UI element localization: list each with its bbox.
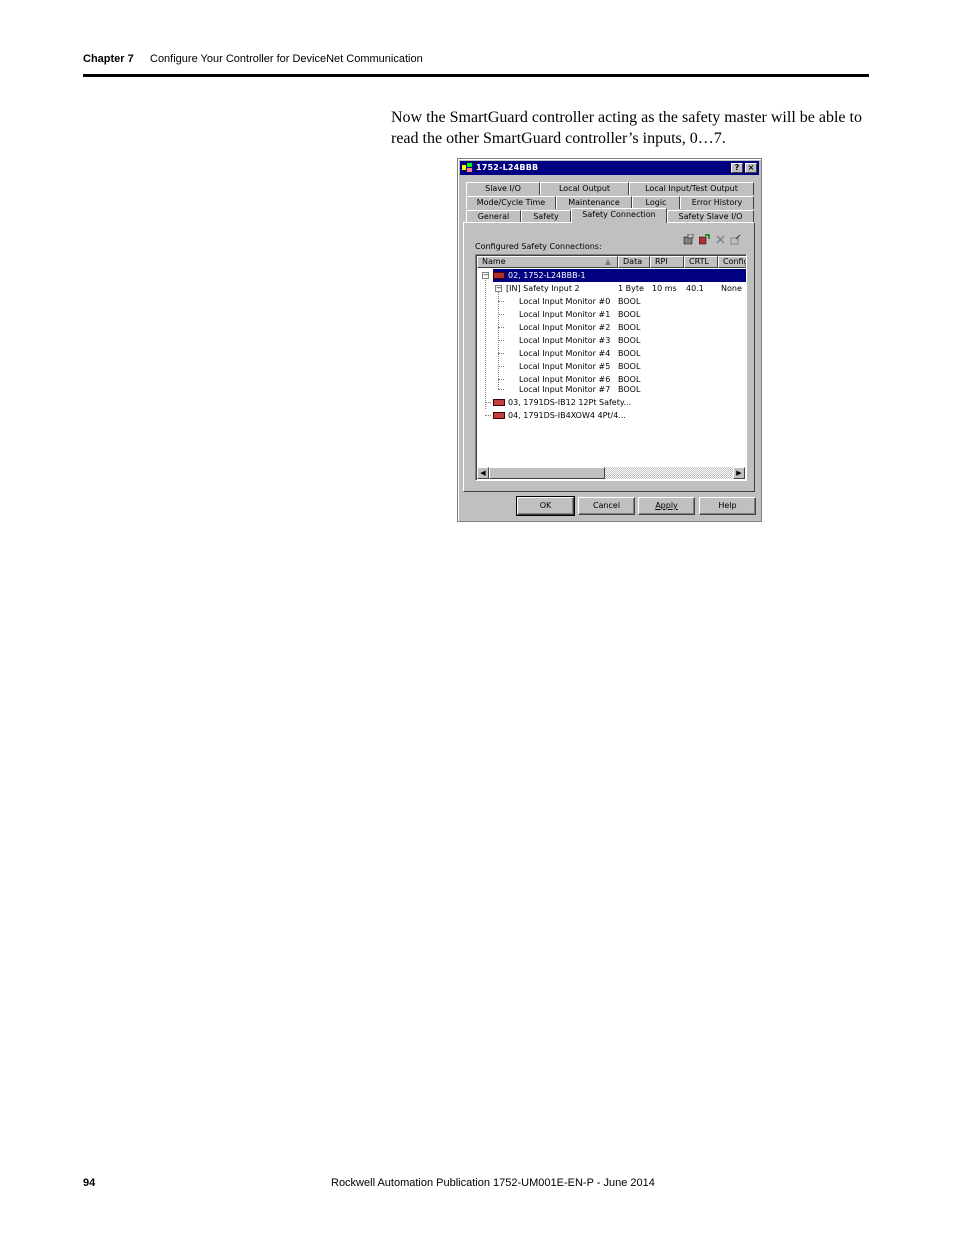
tree-row-monitor-4[interactable]: Local Input Monitor #4 BOOL — [506, 347, 646, 360]
safety-connection-panel: Configured Safety Connections: Name ▲ Da… — [463, 222, 755, 492]
configured-connections-label: Configured Safety Connections: — [475, 242, 602, 251]
scroll-thumb[interactable] — [489, 467, 605, 479]
collapse-icon[interactable]: − — [482, 272, 489, 279]
tree-line — [498, 288, 499, 389]
dialog-titlebar: 1752-L24BBB ? × — [460, 161, 759, 175]
tab-local-output[interactable]: Local Output — [540, 182, 629, 195]
page-number: 94 — [83, 1177, 96, 1189]
scroll-left-icon[interactable]: ◀ — [477, 467, 489, 479]
header-rule — [83, 74, 869, 77]
close-title-button[interactable]: × — [745, 163, 757, 173]
tree-row-monitor-5[interactable]: Local Input Monitor #5 BOOL — [506, 360, 646, 373]
add-connection-icon[interactable] — [683, 234, 694, 245]
properties-dialog: 1752-L24BBB ? × Slave I/O Local Output L… — [457, 158, 762, 522]
collapse-icon[interactable]: − — [495, 285, 502, 292]
tree-row-monitor-1[interactable]: Local Input Monitor #1 BOOL — [506, 308, 646, 321]
column-header-rpi[interactable]: RPI — [650, 256, 684, 268]
delete-connection-icon[interactable] — [715, 234, 726, 245]
safety-controller-icon — [493, 272, 505, 279]
scroll-right-icon[interactable]: ▶ — [733, 467, 745, 479]
tree-row-monitor-0[interactable]: Local Input Monitor #0 BOOL — [506, 295, 646, 308]
column-header-name[interactable]: Name ▲ — [477, 256, 618, 268]
column-header-crtl[interactable]: CRTL — [684, 256, 718, 268]
tree-row-monitor-2[interactable]: Local Input Monitor #2 BOOL — [506, 321, 646, 334]
tab-error-history[interactable]: Error History — [680, 196, 754, 209]
help-title-button[interactable]: ? — [731, 163, 743, 173]
help-button[interactable]: Help — [699, 497, 756, 515]
cancel-button[interactable]: Cancel — [578, 497, 635, 515]
tab-slave-io[interactable]: Slave I/O — [466, 182, 540, 195]
apply-button[interactable]: Apply — [638, 497, 695, 515]
tab-local-input-test-output[interactable]: Local Input/Test Output — [629, 182, 754, 195]
ok-button[interactable]: OK — [516, 496, 575, 516]
column-header-data[interactable]: Data — [618, 256, 650, 268]
tree-row-device-03[interactable]: 03, 1791DS-IB12 12Pt Safety... — [493, 396, 653, 409]
dialog-title: 1752-L24BBB — [476, 163, 539, 172]
chapter-label: Chapter 7 — [83, 53, 134, 65]
tree-row-monitor-3[interactable]: Local Input Monitor #3 BOOL — [506, 334, 646, 347]
column-header-config[interactable]: Config — [718, 256, 746, 268]
tree-line — [485, 275, 486, 409]
safety-io-module-icon — [493, 399, 505, 406]
tab-safety-connection[interactable]: Safety Connection — [571, 208, 667, 223]
tab-mode-cycle-time[interactable]: Mode/Cycle Time — [466, 196, 556, 209]
publication-footer: Rockwell Automation Publication 1752-UM0… — [331, 1177, 655, 1189]
chapter-title: Configure Your Controller for DeviceNet … — [150, 53, 423, 65]
edit-connection-icon[interactable] — [699, 234, 710, 245]
properties-icon[interactable] — [730, 234, 741, 245]
tree-row-monitor-7[interactable]: Local Input Monitor #7 BOOL — [506, 383, 646, 396]
sort-arrow-icon: ▲ — [604, 257, 611, 266]
tree-row-device-04[interactable]: 04, 1791DS-IB4XOW4 4Pt/4... — [493, 409, 653, 422]
body-paragraph: Now the SmartGuard controller acting as … — [391, 109, 862, 147]
tree-row-device-02[interactable]: 02, 1752-L24BBB-1 — [493, 269, 746, 282]
tree-row-safety-input[interactable]: [IN] Safety Input 2 1 Byte 10 ms 40.1 No… — [506, 282, 746, 295]
safety-connections-list[interactable]: Name ▲ Data RPI CRTL Config 02, 1752-L24… — [475, 254, 747, 481]
device-app-icon — [462, 163, 472, 172]
safety-io-module-icon — [493, 412, 505, 419]
horizontal-scrollbar[interactable]: ◀ ▶ — [477, 467, 745, 479]
